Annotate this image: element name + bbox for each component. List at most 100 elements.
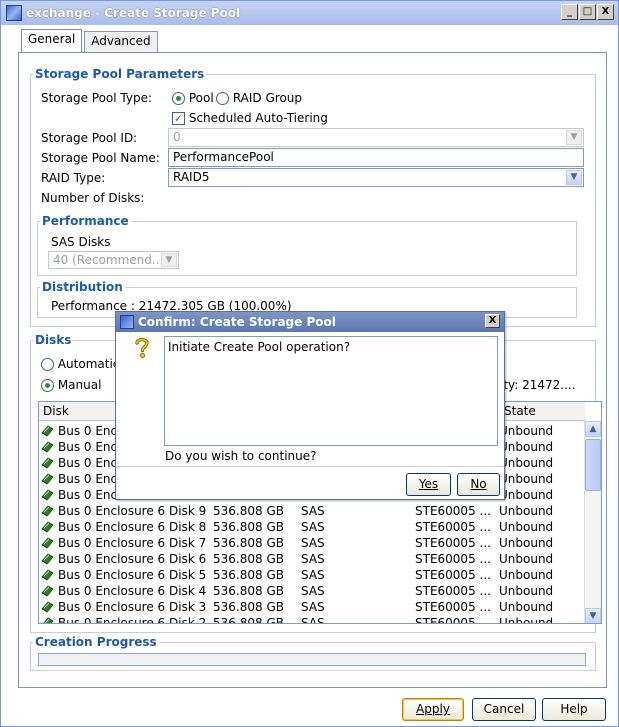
disk-model-cell: STE60005 ... — [415, 584, 491, 598]
column-header-state[interactable]: State — [504, 404, 536, 418]
creation-progress-bar — [38, 653, 586, 666]
disk-state-cell: Unbound — [499, 616, 554, 624]
table-row[interactable]: Bus 0 Enclosure 6 Disk 3 536.808 GB SAS STE… — [39, 599, 585, 615]
raid-type-select[interactable]: RAID5 ▼ — [168, 168, 584, 187]
disk-name-cell: Bus 0 Enc — [58, 488, 118, 502]
storage-pool-id-combo: 0 ▼ — [168, 128, 584, 147]
table-row[interactable]: Bus 0 Enclosure 6 Disk 2 536.808 GB SAS STE… — [39, 615, 585, 624]
scroll-up-arrow-icon[interactable]: ▲ — [585, 421, 601, 437]
selected-capacity-text: ity: 21472.... — [500, 378, 576, 392]
raid-group-radio[interactable]: RAID Group — [216, 91, 302, 105]
cancel-button[interactable]: Cancel — [472, 698, 536, 721]
storage-pool-id-label: Storage Pool ID: — [41, 131, 138, 145]
disk-state-cell: Unbound — [499, 536, 554, 550]
table-row[interactable]: Bus 0 Enclosure 6 Disk 4 536.808 GB SAS STE… — [39, 583, 585, 599]
disk-capacity-cell: 536.808 GB — [213, 600, 284, 614]
column-header-disk[interactable]: Disk — [43, 404, 69, 418]
scroll-down-arrow-icon[interactable]: ▼ — [585, 608, 601, 623]
minimize-button[interactable]: _ — [561, 4, 578, 20]
disk-capacity-cell: 536.808 GB — [213, 568, 284, 582]
disk-capacity-cell: 536.808 GB — [213, 552, 284, 566]
disk-model-cell: STE60005 ... — [415, 616, 491, 624]
sas-disks-label: SAS Disks — [51, 235, 111, 249]
disk-name-cell: Bus 0 Enc — [58, 472, 118, 486]
disk-table-scrollbar[interactable]: ▲ ▼ — [584, 421, 601, 623]
disk-drive-icon — [41, 521, 54, 533]
disk-drive-icon — [41, 457, 54, 469]
disks-legend: Disks — [35, 333, 72, 347]
close-button[interactable]: X — [597, 4, 614, 20]
disk-type-cell: SAS — [301, 552, 325, 566]
pool-radio-button[interactable] — [172, 92, 185, 105]
automatic-radio-label: Automatic — [57, 357, 120, 371]
manual-radio[interactable]: Manual — [41, 378, 101, 392]
question-icon — [135, 338, 149, 358]
create-storage-pool-window: exchange - Create Storage Pool _ □ X Gen… — [0, 0, 619, 727]
disk-name-cell: Bus 0 Enc — [58, 424, 118, 438]
table-row[interactable]: Bus 0 Enclosure 6 Disk 9 536.808 GB SAS STE… — [39, 503, 585, 519]
chevron-down-icon[interactable]: ▼ — [566, 170, 582, 185]
help-button[interactable]: Help — [542, 698, 606, 721]
tab-general[interactable]: General — [21, 29, 83, 52]
title-bar[interactable]: exchange - Create Storage Pool _ □ X — [1, 1, 618, 25]
raid-type-value: RAID5 — [173, 170, 210, 184]
tab-advanced[interactable]: Advanced — [84, 31, 158, 52]
disk-drive-icon — [41, 505, 54, 517]
distribution-legend: Distribution — [42, 280, 123, 294]
disk-model-cell: STE60005 ... — [415, 568, 491, 582]
yes-button[interactable]: Yes — [406, 473, 451, 496]
automatic-radio[interactable]: Automatic — [41, 357, 119, 371]
maximize-button[interactable]: □ — [579, 4, 596, 20]
disk-name-cell: Bus 0 Enclosure 6 Disk 8 — [58, 520, 207, 534]
pool-radio[interactable]: Pool — [172, 91, 214, 105]
confirm-dialog-title-bar[interactable]: Confirm: Create Storage Pool X — [116, 312, 504, 332]
performance-legend: Performance — [42, 214, 129, 228]
sas-disks-value: 40 (Recommend... — [53, 253, 164, 267]
creation-progress-legend: Creation Progress — [35, 635, 157, 649]
disk-capacity-cell: 536.808 GB — [213, 584, 284, 598]
disk-type-cell: SAS — [301, 600, 325, 614]
apply-button[interactable]: Apply — [402, 698, 464, 721]
storage-pool-parameters-legend: Storage Pool Parameters — [35, 67, 205, 81]
number-of-disks-label: Number of Disks: — [41, 191, 145, 205]
table-row[interactable]: Bus 0 Enclosure 6 Disk 5 536.808 GB SAS STE… — [39, 567, 585, 583]
table-row[interactable]: Bus 0 Enclosure 6 Disk 8 536.808 GB SAS STE… — [39, 519, 585, 535]
disk-state-cell: Unbound — [499, 488, 554, 502]
cancel-button-label: Cancel — [483, 702, 525, 716]
raid-group-radio-button[interactable] — [216, 92, 229, 105]
disk-state-cell: Unbound — [499, 504, 554, 518]
manual-radio-label: Manual — [57, 378, 102, 392]
auto-tiering-checkbox[interactable]: ✓ Scheduled Auto-Tiering — [172, 111, 328, 125]
disk-type-cell: SAS — [301, 536, 325, 550]
disk-name-cell: Bus 0 Enclosure 6 Disk 6 — [58, 552, 207, 566]
disk-type-cell: SAS — [301, 584, 325, 598]
disk-type-cell: SAS — [301, 504, 325, 518]
scrollbar-thumb[interactable] — [585, 439, 601, 491]
disk-drive-icon — [41, 569, 54, 581]
checkmark-icon[interactable]: ✓ — [172, 112, 185, 125]
confirm-dialog-close-button[interactable]: X — [485, 314, 500, 328]
table-row[interactable]: Bus 0 Enclosure 6 Disk 7 536.808 GB SAS STE… — [39, 535, 585, 551]
storage-pool-type-label: Storage Pool Type: — [41, 91, 153, 105]
storage-pool-name-label: Storage Pool Name: — [41, 151, 160, 165]
app-icon — [120, 315, 134, 329]
disk-drive-icon — [41, 601, 54, 613]
table-row[interactable]: Bus 0 Enclosure 6 Disk 6 536.808 GB SAS STE… — [39, 551, 585, 567]
yes-button-label: Yes — [418, 477, 439, 491]
disk-capacity-cell: 536.808 GB — [213, 520, 284, 534]
manual-radio-button[interactable] — [41, 379, 54, 392]
disk-model-cell: STE60005 ... — [415, 552, 491, 566]
disk-type-cell: SAS — [301, 568, 325, 582]
confirm-question: Do you wish to continue? — [165, 449, 317, 463]
app-icon — [6, 5, 22, 21]
disk-name-cell: Bus 0 Enc — [58, 456, 118, 470]
disk-type-cell: SAS — [301, 616, 325, 624]
pool-radio-label: Pool — [188, 91, 214, 105]
automatic-radio-button[interactable] — [41, 358, 54, 371]
no-button[interactable]: No — [457, 473, 500, 496]
disk-model-cell: STE60005 ... — [415, 536, 491, 550]
disk-state-cell: Unbound — [499, 552, 554, 566]
disk-state-cell: Unbound — [499, 440, 554, 454]
storage-pool-name-input[interactable]: PerformancePool — [168, 148, 584, 167]
tab-strip: General Advanced — [21, 29, 160, 52]
